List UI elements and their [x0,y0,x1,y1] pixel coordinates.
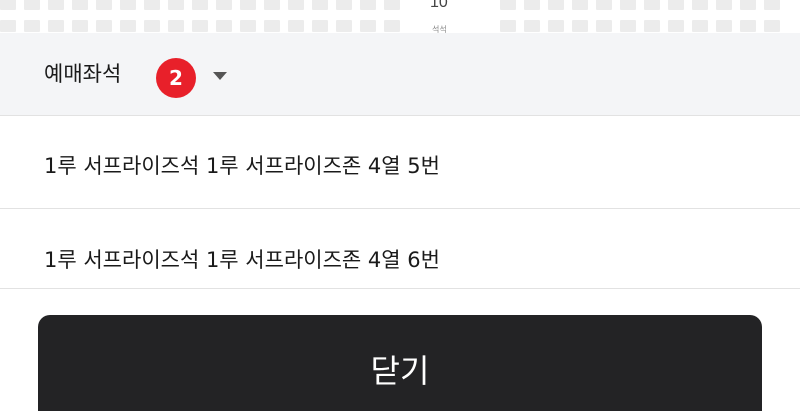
seat-cell [0,20,16,32]
seat-cell [312,0,328,10]
seat-cell [120,20,136,32]
seat-cell [0,0,16,10]
seat-cell [644,0,660,10]
seat-label: 1루 서프라이즈석 1루 서프라이즈존 4열 6번 [44,248,440,272]
seat-cell [668,0,684,10]
seat-cell [572,0,588,10]
seat-cell [168,0,184,10]
seat-cell [336,0,352,10]
seat-cell [500,0,516,10]
seat-cell [524,20,540,32]
seat-cell [288,0,304,10]
seat-cell [692,0,708,10]
row-number-label: 10 [430,0,448,11]
seat-cell [764,20,780,32]
seat-cell [548,0,564,10]
seat-cell [500,20,516,32]
booked-seats-header[interactable]: 예매좌석 2 [0,33,800,116]
seat-cell [692,20,708,32]
seat-cell [120,0,136,10]
seat-cell [288,20,304,32]
seat-cell [384,20,400,32]
seat-cell [192,20,208,32]
list-item: 1루 서프라이즈석 1루 서프라이즈존 4열 6번 [0,209,800,289]
seat-label: 1루 서프라이즈석 1루 서프라이즈존 4열 5번 [44,154,440,178]
seat-cell [360,0,376,10]
close-button[interactable]: 닫기 [38,315,762,411]
seat-cell [620,20,636,32]
seat-cell [264,20,280,32]
seat-cell [72,0,88,10]
seat-cell [24,0,40,10]
booked-seats-title: 예매좌석 [44,62,122,86]
seat-cell [144,20,160,32]
row-sub-label: 석석 [432,25,447,33]
seat-cell [548,20,564,32]
chevron-down-icon[interactable] [213,72,227,80]
seat-cell [668,20,684,32]
seat-cell [192,0,208,10]
seat-count-badge: 2 [156,58,196,98]
seat-cell [764,0,780,10]
seat-cell [96,20,112,32]
seat-cell [716,0,732,10]
seat-cell [216,20,232,32]
seat-cell [740,20,756,32]
seat-cell [740,0,756,10]
seat-cell [620,0,636,10]
seat-cell [240,0,256,10]
seat-cell [96,0,112,10]
seat-cell [596,0,612,10]
seat-cell [596,20,612,32]
seat-cell [360,20,376,32]
seat-map-strip: 10 석석 [0,0,800,33]
seat-cell [312,20,328,32]
seat-cell [524,0,540,10]
seat-cell [72,20,88,32]
seat-cell [240,20,256,32]
seat-cell [264,0,280,10]
close-button-label: 닫기 [370,353,430,389]
list-item: 1루 서프라이즈석 1루 서프라이즈존 4열 5번 [0,116,800,209]
seat-cell [572,20,588,32]
seat-cell [48,20,64,32]
seat-cell [644,20,660,32]
seat-cell [716,20,732,32]
seat-cell [216,0,232,10]
seat-cell [168,20,184,32]
seat-cell [144,0,160,10]
seat-cell [336,20,352,32]
seat-cell [384,0,400,10]
seat-cell [48,0,64,10]
seat-cell [24,20,40,32]
